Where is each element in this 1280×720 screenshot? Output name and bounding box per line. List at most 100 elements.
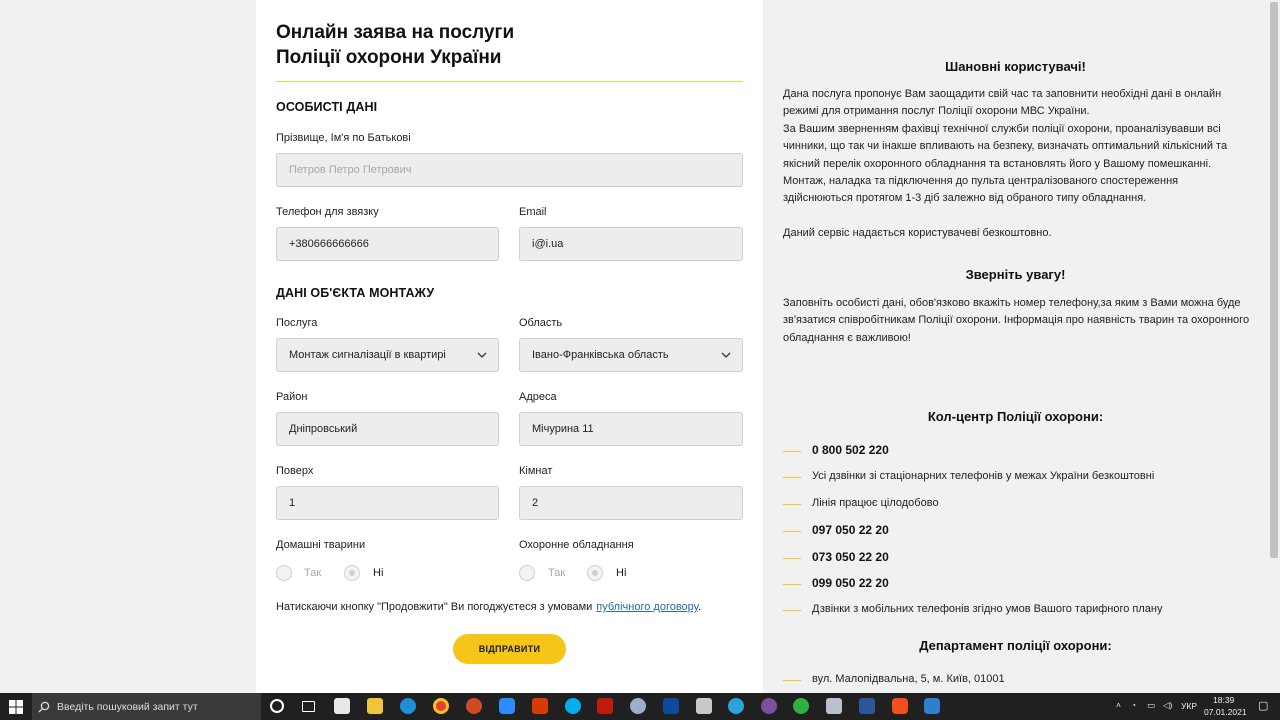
- email-label: Email: [519, 206, 547, 218]
- mobile-phone-2[interactable]: 073 050 22 20: [812, 550, 889, 564]
- tray-app-icon[interactable]: ◔: [1131, 700, 1136, 710]
- task-view-icon[interactable]: [302, 701, 315, 712]
- viber-icon[interactable]: [761, 698, 777, 714]
- form-title: Онлайн заява на послуги Поліції охорони …: [276, 20, 736, 70]
- region-select[interactable]: Івано-Франківська область: [519, 338, 743, 372]
- agreement-text: Натискаючи кнопку "Продовжити" Ви погодж…: [276, 601, 701, 613]
- application-form-panel: Онлайн заява на послуги Поліції охорони …: [256, 0, 763, 693]
- cortana-icon[interactable]: [270, 699, 284, 713]
- agreement-period: .: [698, 601, 702, 613]
- windows-logo-icon: [9, 699, 23, 714]
- equipment-no-radio[interactable]: [587, 565, 603, 581]
- settings-icon[interactable]: [630, 698, 646, 714]
- phone-input[interactable]: +380666666666: [276, 227, 499, 261]
- pets-yes-radio[interactable]: [276, 565, 292, 581]
- mobile-phone-3[interactable]: 099 050 22 20: [812, 576, 889, 590]
- list-dash: [783, 680, 801, 681]
- equipment-no-label: Ні: [616, 567, 627, 579]
- search-icon: [38, 701, 50, 712]
- landline-note: Усі дзвінки зі стаціонарних телефонів у …: [812, 470, 1155, 482]
- start-button[interactable]: [0, 693, 32, 720]
- pets-no-label: Ні: [373, 567, 384, 579]
- file-explorer-icon[interactable]: [367, 698, 383, 714]
- region-select-value: Івано-Франківська область: [532, 349, 669, 361]
- intro-line: якісний перелік охоронного обладнання та…: [783, 157, 1212, 170]
- pets-yes-label: Так: [304, 567, 322, 579]
- floor-input[interactable]: 1: [276, 486, 499, 520]
- attention-line: Заповніть особисті дані, обов'язково вка…: [783, 297, 1241, 309]
- office-icon[interactable]: [532, 698, 548, 714]
- list-dash: [783, 477, 801, 478]
- zoom-icon[interactable]: [499, 698, 515, 714]
- rooms-input[interactable]: 2: [519, 486, 743, 520]
- mobile-tariff-note: Дзвінки з мобільних телефонів згідно умо…: [812, 603, 1163, 615]
- blue-app-icon[interactable]: [663, 698, 679, 714]
- email-input[interactable]: i@i.ua: [519, 227, 743, 261]
- skype-icon[interactable]: [565, 698, 581, 714]
- phone-label: Телефон для звязку: [276, 206, 379, 218]
- pets-label: Домашні тварини: [276, 539, 366, 551]
- telegram-icon[interactable]: [728, 698, 744, 714]
- fullname-input[interactable]: Петров Петро Петрович: [276, 153, 743, 187]
- attention-paragraph: Заповніть особисті дані, обов'язково вка…: [783, 295, 1263, 347]
- info-panel: Шановні користувачі! Дана послуга пропон…: [763, 0, 1268, 693]
- notification-icon[interactable]: ▢: [1258, 699, 1268, 712]
- chrome-icon[interactable]: [433, 698, 449, 714]
- volume-icon[interactable]: ◁): [1163, 700, 1172, 711]
- service-select[interactable]: Монтаж сигналізації в квартирі: [276, 338, 499, 372]
- district-input[interactable]: Дніпровський: [276, 412, 499, 446]
- intro-line: Дана послуга пропонує Вам заощадити свій…: [783, 88, 1222, 100]
- intro-line: Монтаж, наладка та підключення до пульта…: [783, 175, 1179, 188]
- figma-icon[interactable]: [892, 698, 908, 714]
- whatsapp-icon[interactable]: [793, 698, 809, 714]
- language-indicator[interactable]: УКР: [1181, 701, 1197, 711]
- network-icon[interactable]: ▭: [1147, 700, 1155, 711]
- z-app-icon[interactable]: [696, 698, 712, 714]
- public-contract-link[interactable]: публічного договору: [596, 601, 698, 613]
- address-input[interactable]: Мічурина 11: [519, 412, 743, 446]
- windows-taskbar: Введіть пошуковий запит тут ˄ ◔ ▭ ◁) УКР…: [0, 693, 1280, 720]
- service-select-value: Монтаж сигналізації в квартирі: [289, 349, 446, 361]
- intro-line: чинники, що так чи інакше впливають на б…: [783, 140, 1228, 153]
- rooms-label: Кімнат: [519, 465, 553, 477]
- clock-time[interactable]: 18:39: [1213, 695, 1234, 705]
- service-label: Послуга: [276, 317, 318, 329]
- printer-icon[interactable]: [826, 698, 842, 714]
- equipment-yes-label: Так: [548, 567, 566, 579]
- clock-date[interactable]: 07.01.2021: [1204, 707, 1247, 717]
- chevron-down-icon: [721, 352, 731, 358]
- call-center-phone-main[interactable]: 0 800 502 220: [812, 443, 889, 457]
- personal-data-heading: ОСОБИСТІ ДАНІ: [276, 100, 378, 114]
- list-dash: [783, 610, 801, 611]
- agreement-text-body: Натискаючи кнопку "Продовжити" Ви погодж…: [276, 601, 593, 613]
- scrollbar-thumb[interactable]: [1270, 2, 1278, 558]
- page-scrollbar[interactable]: [1268, 0, 1280, 693]
- powerpoint-icon[interactable]: [466, 698, 482, 714]
- chat-app-icon[interactable]: [924, 698, 940, 714]
- intro-line: здійснюються протягом 1-3 діб залежно ві…: [783, 192, 1147, 205]
- intro-line: режимі для отримання послуг Поліції охор…: [783, 105, 1090, 118]
- department-address: вул. Малопідвальна, 5, м. Київ, 01001: [812, 673, 1005, 685]
- tray-chevron-icon[interactable]: ˄: [1116, 700, 1121, 710]
- mobile-phone-1[interactable]: 097 050 22 20: [812, 523, 889, 537]
- hours-note: Лінія працює цілодобово: [812, 497, 939, 509]
- list-dash: [783, 451, 801, 452]
- list-dash: [783, 531, 801, 532]
- floor-label: Поверх: [276, 465, 314, 477]
- filezilla-icon[interactable]: [597, 698, 613, 714]
- object-data-heading: ДАНІ ОБ'ЄКТА МОНТАЖУ: [276, 286, 435, 300]
- chevron-down-icon: [477, 352, 487, 358]
- address-label: Адреса: [519, 391, 557, 403]
- equipment-label: Охоронне обладнання: [519, 539, 634, 551]
- word-icon[interactable]: [859, 698, 875, 714]
- list-dash: [783, 504, 801, 505]
- equipment-yes-radio[interactable]: [519, 565, 535, 581]
- submit-button[interactable]: ВІДПРАВИТИ: [453, 634, 566, 664]
- taskbar-search-box[interactable]: Введіть пошуковий запит тут: [32, 693, 261, 720]
- pets-no-radio[interactable]: [344, 565, 360, 581]
- store-icon[interactable]: [334, 698, 350, 714]
- form-title-line1: Онлайн заява на послуги: [276, 22, 515, 43]
- browser-page: Онлайн заява на послуги Поліції охорони …: [0, 0, 1280, 693]
- edge-icon[interactable]: [400, 698, 416, 714]
- attention-line: обладнання є важливою!: [783, 331, 911, 344]
